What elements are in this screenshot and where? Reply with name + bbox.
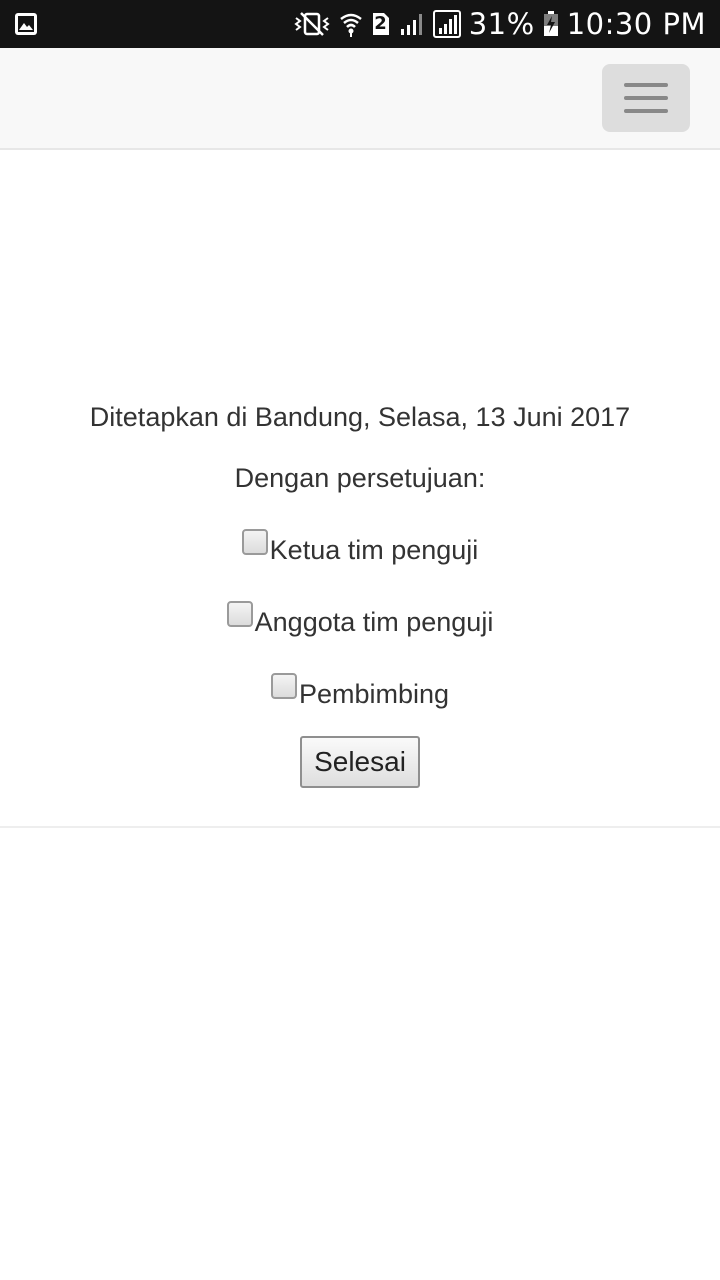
battery-percent: 31% (468, 7, 535, 41)
status-bar: 2 31% 10:30 PM (0, 0, 720, 48)
signal-icon (399, 11, 425, 37)
sim-2-icon: 2 (371, 11, 391, 37)
navbar (0, 48, 720, 150)
status-icons: 2 31% 10:30 PM (293, 0, 706, 48)
checkbox-pembimbing[interactable] (270, 673, 297, 699)
checkbox-label-pembimbing[interactable]: Pembimbing (299, 677, 449, 711)
divider (0, 826, 720, 828)
wifi-icon (339, 11, 363, 37)
clock: 10:30 PM (566, 7, 706, 41)
vibrate-icon (293, 11, 331, 37)
checkbox-row-ketua[interactable]: Ketua tim penguji (0, 529, 720, 567)
gallery-icon (14, 12, 38, 36)
approval-label: Dengan persetujuan: (234, 463, 486, 493)
hamburger-menu-button[interactable] (602, 64, 690, 132)
date-line: Ditetapkan di Bandung, Selasa, 13 Juni 2… (89, 402, 631, 432)
checkbox-label-anggota[interactable]: Anggota tim penguji (255, 605, 494, 639)
checkbox-ketua[interactable] (241, 529, 268, 555)
checkbox-row-anggota[interactable]: Anggota tim penguji (0, 601, 720, 639)
checkbox-row-pembimbing[interactable]: Pembimbing (0, 673, 720, 711)
signal-icon (432, 10, 461, 38)
sim-label: 2 (374, 13, 388, 34)
checkbox-anggota[interactable] (226, 601, 253, 627)
battery-charging-icon (543, 11, 559, 37)
submit-button[interactable]: Selesai (300, 736, 420, 788)
checkbox-label-ketua[interactable]: Ketua tim penguji (270, 533, 479, 567)
